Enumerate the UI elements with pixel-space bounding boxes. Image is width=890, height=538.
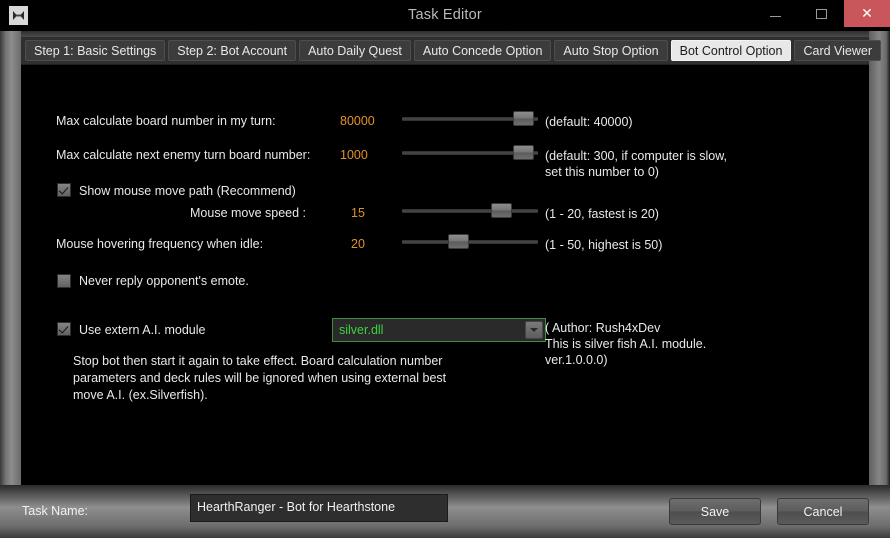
cancel-button-label: Cancel [803, 504, 843, 519]
board-number-slider[interactable] [402, 111, 538, 127]
task-name-label: Task Name: [22, 504, 88, 518]
task-editor-window: Task Editor ✕ Step 1: Basic Settings Ste… [0, 0, 890, 538]
title-bar: Task Editor ✕ [0, 0, 890, 31]
close-button[interactable]: ✕ [844, 0, 890, 27]
never-reply-emote-checkbox[interactable] [57, 274, 71, 288]
mouse-hover-frequency-value: 20 [351, 237, 365, 251]
board-number-hint: (default: 40000) [545, 115, 633, 129]
task-name-value: HearthRanger - Bot for Hearthstone [197, 500, 396, 514]
tab-auto-daily-quest[interactable]: Auto Daily Quest [299, 40, 411, 61]
mouse-move-speed-value: 15 [351, 206, 365, 220]
slider-thumb[interactable] [491, 203, 512, 218]
ai-author-line3: ver.1.0.0.0) [545, 353, 608, 367]
ai-author-line2: This is silver fish A.I. module. [545, 337, 707, 351]
enemy-board-number-slider[interactable] [402, 145, 538, 161]
bot-control-option-panel: Max calculate board number in my turn: 8… [21, 64, 869, 485]
mouse-move-speed-slider[interactable] [402, 203, 538, 219]
minimize-button[interactable] [752, 0, 798, 27]
tab-step-2-bot-account[interactable]: Step 2: Bot Account [168, 40, 297, 61]
mouse-move-speed-label: Mouse move speed : [190, 206, 307, 220]
ai-module-selected-value: silver.dll [339, 323, 384, 337]
ai-author-line1: ( Author: Rush4xDev [545, 321, 661, 335]
save-button-label: Save [700, 504, 730, 519]
use-extern-ai-label: Use extern A.I. module [79, 323, 206, 337]
task-name-input[interactable]: HearthRanger - Bot for Hearthstone [190, 494, 448, 522]
window-frame-left [0, 31, 21, 485]
tab-auto-stop-option[interactable]: Auto Stop Option [554, 40, 668, 61]
tab-bot-control-option[interactable]: Bot Control Option [670, 40, 792, 61]
slider-track [402, 209, 538, 213]
enemy-board-number-label: Max calculate next enemy turn board numb… [56, 148, 311, 162]
ai-module-description: Stop bot then start it again to take eff… [73, 354, 447, 402]
tab-step-1-basic-settings[interactable]: Step 1: Basic Settings [25, 40, 166, 61]
use-extern-ai-checkbox[interactable] [57, 322, 71, 336]
chevron-down-icon[interactable] [525, 321, 543, 339]
show-mouse-path-label: Show mouse move path (Recommend) [79, 184, 296, 198]
enemy-board-number-hint-line1: (default: 300, if computer is slow, [545, 149, 728, 163]
slider-thumb[interactable] [513, 145, 534, 160]
mouse-move-speed-hint: (1 - 20, fastest is 20) [545, 207, 659, 221]
ai-module-dropdown[interactable]: silver.dll [332, 318, 546, 342]
show-mouse-path-checkbox[interactable] [57, 183, 71, 197]
mouse-hover-frequency-label: Mouse hovering frequency when idle: [56, 237, 264, 251]
board-number-label: Max calculate board number in my turn: [56, 114, 276, 128]
mouse-hover-frequency-hint: (1 - 50, highest is 50) [545, 238, 663, 252]
slider-thumb[interactable] [513, 111, 534, 126]
tab-card-viewer[interactable]: Card Viewer [794, 40, 882, 61]
minimize-icon [769, 16, 781, 17]
slider-thumb[interactable] [448, 234, 469, 249]
enemy-board-number-value: 1000 [340, 148, 368, 162]
never-reply-emote-label: Never reply opponent's emote. [79, 274, 249, 288]
tab-auto-concede-option[interactable]: Auto Concede Option [413, 40, 552, 61]
maximize-icon [815, 8, 827, 19]
save-button[interactable]: Save [669, 498, 761, 525]
window-frame-right [869, 31, 890, 485]
board-number-value: 80000 [340, 114, 375, 128]
cancel-button[interactable]: Cancel [777, 498, 869, 525]
enemy-board-number-hint-line2: set this number to 0) [545, 165, 659, 179]
close-icon: ✕ [861, 5, 873, 21]
tab-strip: Step 1: Basic Settings Step 2: Bot Accou… [21, 37, 882, 64]
slider-track [402, 240, 538, 244]
mouse-hover-frequency-slider[interactable] [402, 234, 538, 250]
maximize-button[interactable] [798, 0, 844, 27]
footer-bar: Task Name: HearthRanger - Bot for Hearth… [0, 485, 890, 538]
